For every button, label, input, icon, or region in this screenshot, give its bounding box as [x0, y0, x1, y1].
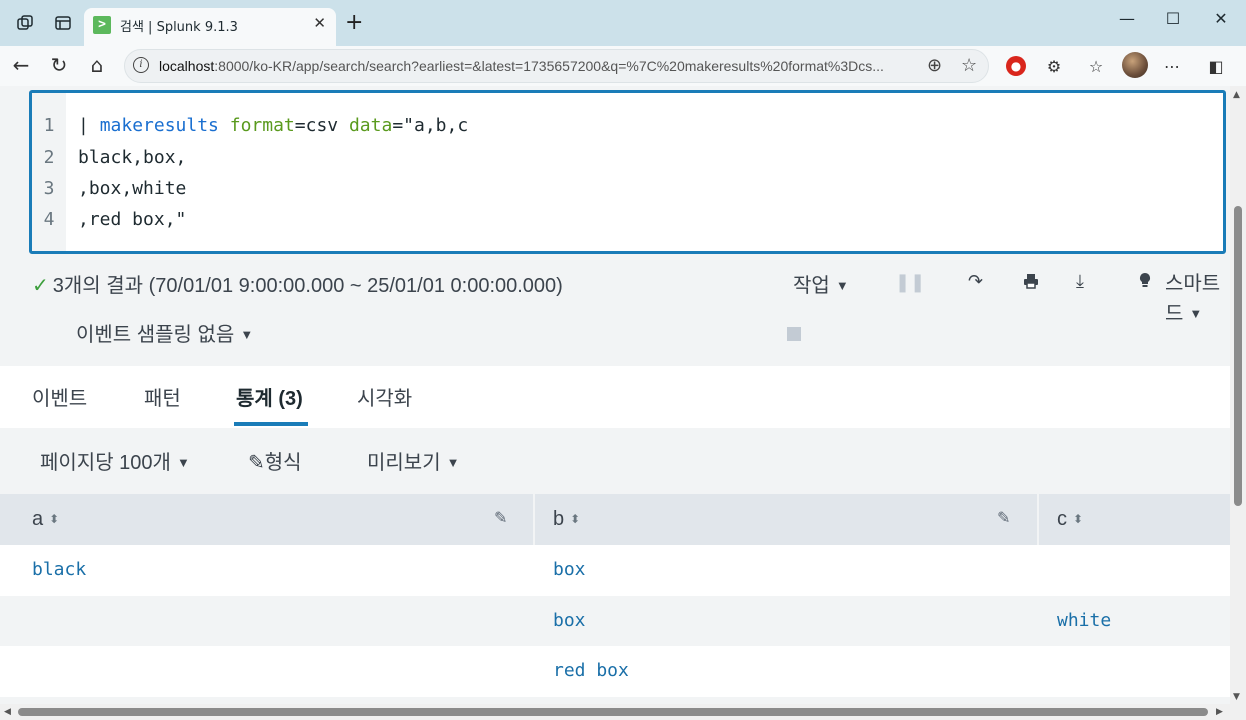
extensions-icon[interactable]: ⚙ [1042, 54, 1066, 78]
line-number: 4 [43, 209, 55, 230]
splunk-search-page: 1 2 3 4 | makeresults format=csv data="a… [0, 86, 1230, 706]
code-line-4[interactable]: ,red box," [78, 209, 186, 230]
search-mode-dropdown[interactable]: 스마트 드 ▼ [1165, 269, 1220, 329]
code-line-1[interactable]: | makeresults format=csv data="a,b,c [78, 115, 468, 136]
favorites-icon[interactable]: ☆ [1084, 54, 1108, 78]
line-number: 3 [43, 178, 55, 199]
profile-avatar[interactable] [1122, 52, 1148, 78]
caret-down-icon: ▼ [240, 327, 254, 342]
table-cell[interactable]: red box [553, 660, 629, 681]
pause-icon[interactable]: ❚❚ [895, 272, 925, 293]
new-tab-icon[interactable]: + [345, 10, 363, 35]
back-icon[interactable]: ← [8, 53, 34, 77]
browser-nav-bar: ← ↻ ⌂ i localhost:8000/ko-KR/app/search/… [0, 46, 1246, 86]
caret-down-icon: ▼ [176, 455, 190, 470]
table-cell[interactable]: box [553, 610, 586, 631]
search-editor[interactable]: 1 2 3 4 | makeresults format=csv data="a… [29, 90, 1226, 254]
tab-events[interactable]: 이벤트 [32, 382, 87, 411]
result-summary: ✓ 3개의 결과 (70/01/01 9:00:00.000 ~ 25/01/01… [32, 275, 563, 297]
caret-down-icon: ▼ [1189, 306, 1203, 321]
table-row: red box [0, 646, 1230, 697]
table-row: box white [0, 596, 1230, 647]
argument-keyword: data [348, 115, 393, 136]
table-header: a ⬍ ✎ b ⬍ ✎ c ⬍ [0, 494, 1230, 545]
site-info-icon[interactable]: i [133, 57, 149, 73]
code-line-2[interactable]: black,box, [78, 147, 186, 168]
browser-tab[interactable]: > 검색 | Splunk 9.1.3 ✕ [84, 8, 336, 46]
vertical-scrollbar[interactable]: ▲ ▼ [1230, 86, 1246, 706]
tab-statistics[interactable]: 통계 (3) [236, 382, 303, 411]
export-icon[interactable]: ⤓ [1076, 271, 1084, 292]
code-line-3[interactable]: ,box,white [78, 178, 186, 199]
format-column-icon[interactable]: ✎ [997, 508, 1010, 527]
line-number-gutter: 1 2 3 4 [32, 93, 66, 251]
share-icon[interactable]: ↷ [968, 271, 983, 292]
home-icon[interactable]: ⌂ [84, 53, 110, 77]
adblock-icon[interactable]: ● [1006, 56, 1026, 76]
tab-patterns[interactable]: 패턴 [144, 382, 181, 411]
horizontal-scrollbar[interactable]: ◀ ▶ [0, 704, 1246, 720]
favorite-icon[interactable]: ☆ [961, 55, 977, 76]
caret-down-icon: ▼ [446, 455, 460, 470]
format-column-icon[interactable]: ✎ [494, 508, 507, 527]
url-text[interactable]: localhost:8000/ko-KR/app/search/search?e… [159, 58, 884, 74]
check-icon: ✓ [32, 275, 49, 297]
browser-tab-bar: > 검색 | Splunk 9.1.3 ✕ + — ☐ ✕ [0, 0, 1246, 46]
preview-dropdown[interactable]: 미리보기 ▼ [367, 446, 459, 475]
event-sampling-dropdown[interactable]: 이벤트 샘플링 없음 ▼ [76, 318, 253, 347]
per-page-dropdown[interactable]: 페이지당 100개 ▼ [40, 446, 190, 475]
scroll-right-icon[interactable]: ▶ [1216, 707, 1223, 717]
format-button[interactable]: ✎형식 [248, 446, 302, 475]
table-cell[interactable]: box [553, 559, 586, 580]
close-window-icon[interactable]: ✕ [1206, 9, 1236, 28]
column-header-a[interactable]: a ⬍ ✎ [0, 494, 535, 545]
table-options-bar: 페이지당 100개 ▼ ✎형식 미리보기 ▼ [0, 430, 1230, 494]
reload-icon[interactable]: ↻ [46, 53, 72, 77]
active-tab-indicator [234, 422, 308, 426]
close-tab-icon[interactable]: ✕ [313, 14, 326, 32]
results-tabs: 이벤트 패턴 통계 (3) 시각화 [0, 366, 1230, 428]
column-header-c[interactable]: c ⬍ [1039, 494, 1230, 545]
address-bar[interactable]: i localhost:8000/ko-KR/app/search/search… [124, 49, 989, 83]
maximize-icon[interactable]: ☐ [1158, 9, 1188, 28]
scroll-left-icon[interactable]: ◀ [4, 707, 11, 717]
vertical-scroll-thumb[interactable] [1234, 206, 1242, 506]
minimize-icon[interactable]: — [1112, 9, 1142, 28]
sort-icon[interactable]: ⬍ [1073, 512, 1083, 526]
table-cell[interactable]: black [32, 559, 86, 580]
line-number: 1 [43, 115, 55, 136]
argument-keyword: format [229, 115, 295, 136]
print-icon[interactable] [1022, 272, 1040, 295]
tab-title: 검색 | Splunk 9.1.3 [120, 20, 238, 35]
sort-icon[interactable]: ⬍ [570, 512, 580, 526]
scroll-up-icon[interactable]: ▲ [1233, 90, 1240, 100]
line-number: 2 [43, 147, 55, 168]
job-menu-dropdown[interactable]: 작업 ▼ [793, 269, 849, 298]
column-header-b[interactable]: b ⬍ ✎ [535, 494, 1039, 545]
table-cell[interactable]: white [1057, 610, 1111, 631]
sort-icon[interactable]: ⬍ [49, 512, 59, 526]
search-mode-icon [1138, 272, 1152, 295]
more-icon[interactable]: ⋯ [1160, 54, 1184, 78]
workspaces-icon[interactable] [14, 12, 36, 34]
brush-icon: ✎ [248, 452, 265, 474]
tab-visualization[interactable]: 시각화 [357, 382, 412, 411]
command-keyword: makeresults [99, 115, 219, 136]
scroll-down-icon[interactable]: ▼ [1233, 692, 1240, 702]
caret-down-icon: ▼ [835, 278, 849, 293]
splunk-favicon-icon: > [93, 16, 111, 34]
zoom-icon[interactable]: ⊕ [927, 55, 942, 76]
stop-icon[interactable] [787, 327, 801, 341]
sidebar-icon[interactable]: ◧ [1204, 54, 1228, 78]
table-row: black box [0, 545, 1230, 596]
tab-actions-icon[interactable] [52, 12, 74, 34]
horizontal-scroll-thumb[interactable] [18, 708, 1208, 716]
